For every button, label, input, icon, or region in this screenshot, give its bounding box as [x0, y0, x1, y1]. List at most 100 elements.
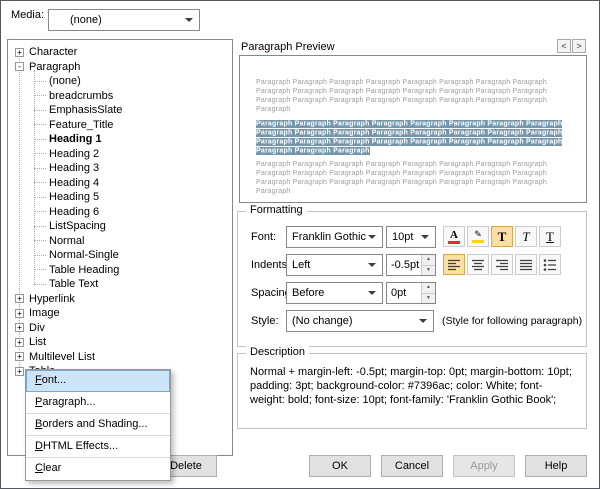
preview-selected-paragraph: Paragraph Paragraph Paragraph Paragraph …: [256, 119, 570, 155]
tree-item-hyperlink[interactable]: + Hyperlink: [8, 292, 232, 307]
tree-item-paragraph[interactable]: - Paragraph: [8, 60, 232, 75]
tree-item-breadcrumbs[interactable]: breadcrumbs: [8, 89, 232, 104]
tree-item-div[interactable]: + Div: [8, 321, 232, 336]
spin-down-icon[interactable]: ▼: [422, 293, 435, 303]
align-center-button[interactable]: [467, 254, 489, 275]
bullet-list-icon: [543, 258, 556, 271]
menu-item-borders-and-shading[interactable]: Borders and Shading...: [26, 414, 170, 436]
bold-button[interactable]: T: [491, 226, 513, 247]
tree-item-label: Character: [29, 46, 78, 59]
menu-item-dhtml-effects[interactable]: DHTML Effects...: [26, 436, 170, 458]
tree-item-label: Heading 6: [49, 205, 100, 218]
tree-connector: [34, 269, 46, 271]
ok-button[interactable]: OK: [309, 455, 371, 477]
preview-line: Paragraph Paragraph Paragraph Paragraph …: [256, 179, 547, 186]
preview-next-button[interactable]: >: [572, 39, 586, 53]
description-group-title: Description: [246, 346, 310, 358]
align-left-button[interactable]: [443, 254, 465, 275]
font-label: Font:: [251, 231, 277, 243]
tree-item-normal-single[interactable]: Normal-Single: [8, 248, 232, 263]
font-value: Franklin Gothic B: [292, 231, 366, 243]
menu-item-clear[interactable]: Clear: [26, 458, 170, 480]
chevron-down-icon: [419, 319, 427, 323]
spacing-select[interactable]: Before: [286, 282, 383, 304]
style-label: Style:: [251, 315, 279, 327]
style-value: (No change): [292, 315, 353, 327]
tree-item-image[interactable]: + Image: [8, 306, 232, 321]
tree-item-none[interactable]: (none): [8, 74, 232, 89]
tree-item-list[interactable]: + List: [8, 335, 232, 350]
expand-icon[interactable]: +: [15, 352, 24, 362]
preview-highlight-line: Paragraph Paragraph Paragraph Paragraph …: [256, 119, 570, 128]
align-right-button[interactable]: [491, 254, 513, 275]
preview-highlight-line: Paragraph Paragraph Paragraph: [256, 146, 570, 155]
underline-button[interactable]: T: [539, 226, 561, 247]
tree-item-label: Heading 4: [49, 176, 100, 189]
tree-item-character[interactable]: + Character: [8, 45, 232, 60]
help-button[interactable]: Help: [525, 455, 587, 477]
menu-item-font[interactable]: Font...: [26, 370, 170, 392]
tree-item-label: ListSpacing: [49, 220, 106, 233]
menu-item-label: orders and Shading...: [42, 418, 148, 430]
cancel-button[interactable]: Cancel: [381, 455, 443, 477]
align-right-icon: [496, 259, 508, 270]
indents-label: Indents:: [251, 259, 291, 271]
expand-icon[interactable]: +: [15, 337, 24, 347]
highlight-button[interactable]: ✎: [467, 226, 489, 247]
italic-button[interactable]: T: [515, 226, 537, 247]
preview-line: Paragraph: [256, 106, 291, 113]
tree-item-heading-3[interactable]: Heading 3: [8, 161, 232, 176]
expand-icon[interactable]: +: [15, 366, 24, 376]
preview-line: Paragraph Paragraph Paragraph Paragraph …: [256, 97, 547, 104]
spin-down-icon[interactable]: ▼: [422, 265, 435, 275]
font-color-button[interactable]: A: [443, 226, 465, 247]
tree-item-listspacing[interactable]: ListSpacing: [8, 219, 232, 234]
indent-amount-spinner[interactable]: -0.5pt ▲ ▼: [386, 254, 436, 276]
expand-icon[interactable]: +: [15, 47, 24, 57]
collapse-icon[interactable]: -: [15, 62, 24, 72]
highlight-text: Paragraph Paragraph Paragraph Paragraph …: [256, 119, 563, 128]
menu-item-label: HTML Effects...: [42, 440, 119, 452]
highlight-text: Paragraph Paragraph Paragraph Paragraph …: [256, 137, 563, 146]
tree-item-heading-1[interactable]: Heading 1: [8, 132, 232, 147]
spacing-amount-spinner[interactable]: 0pt ▲ ▼: [386, 282, 436, 304]
tree-item-multilevel-list[interactable]: + Multilevel List: [8, 350, 232, 365]
font-size-select[interactable]: 10pt: [386, 226, 436, 248]
tree-item-heading-4[interactable]: Heading 4: [8, 176, 232, 191]
tree-connector: [34, 80, 46, 82]
spacing-value: Before: [292, 287, 325, 299]
tree-item-heading-2[interactable]: Heading 2: [8, 147, 232, 162]
spin-up-icon[interactable]: ▲: [422, 283, 435, 294]
font-select[interactable]: Franklin Gothic B: [286, 226, 383, 248]
expand-icon[interactable]: +: [15, 308, 24, 318]
tree-item-table-heading[interactable]: Table Heading: [8, 263, 232, 278]
expand-icon[interactable]: +: [15, 294, 24, 304]
tree-item-label: Normal-Single: [49, 249, 119, 262]
apply-button: Apply: [453, 455, 515, 477]
justify-button[interactable]: [515, 254, 537, 275]
spin-up-icon[interactable]: ▲: [422, 255, 435, 266]
preview-prev-button[interactable]: <: [557, 39, 571, 53]
tree-item-label: Heading 2: [49, 147, 100, 160]
menu-accelerator: D: [35, 440, 43, 452]
chevron-down-icon: [368, 235, 376, 239]
tree-item-feature-title[interactable]: Feature_Title: [8, 118, 232, 133]
modify-style-dialog: Media: (none) + Character - Paragraph (n…: [0, 0, 600, 489]
indents-select[interactable]: Left: [286, 254, 383, 276]
tree-guide-line: [34, 70, 35, 284]
tree-item-normal[interactable]: Normal: [8, 234, 232, 249]
tree-item-table-text[interactable]: Table Text: [8, 277, 232, 292]
tree-item-label: Heading 1: [49, 133, 102, 146]
expand-icon[interactable]: +: [15, 323, 24, 333]
tree-item-emphasisslate[interactable]: EmphasisSlate: [8, 103, 232, 118]
tree-connector: [34, 254, 46, 256]
tree-item-label: Heading 3: [49, 162, 100, 175]
tree-item-heading-5[interactable]: Heading 5: [8, 190, 232, 205]
preview-line: Paragraph Paragraph Paragraph Paragraph …: [256, 170, 547, 177]
preview-title: Paragraph Preview: [241, 41, 335, 53]
media-select[interactable]: (none): [48, 9, 200, 31]
menu-item-paragraph[interactable]: Paragraph...: [26, 392, 170, 414]
style-select[interactable]: (No change): [286, 310, 434, 332]
tree-item-heading-6[interactable]: Heading 6: [8, 205, 232, 220]
bullet-list-button[interactable]: [539, 254, 561, 275]
